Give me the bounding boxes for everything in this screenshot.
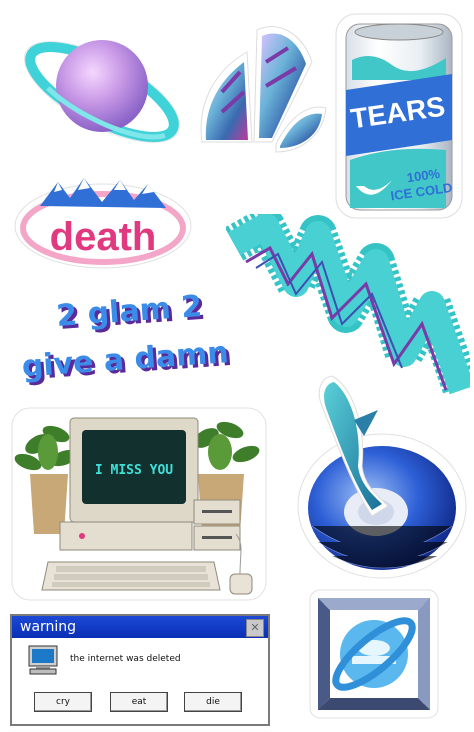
warning-message: the internet was deleted xyxy=(70,654,181,664)
planet-sticker xyxy=(10,14,190,164)
ie-logo-sticker xyxy=(306,586,442,722)
trefoil-icon xyxy=(200,26,327,153)
warning-body: the internet was deleted cry eat die xyxy=(12,638,268,724)
computer-sticker: I MISS YOU xyxy=(8,404,270,604)
planet-icon xyxy=(23,40,181,143)
eat-button[interactable]: eat xyxy=(110,692,168,712)
slogan-line2: give a damn xyxy=(21,335,230,384)
death-logo-sticker: death xyxy=(10,168,196,272)
computer-icon: I MISS YOU xyxy=(11,407,267,601)
close-icon[interactable]: ✕ xyxy=(246,619,264,637)
computer-screen-text: I MISS YOU xyxy=(95,463,173,478)
death-logo: death xyxy=(14,178,192,269)
cry-button[interactable]: cry xyxy=(34,692,92,712)
warning-title: warning xyxy=(20,619,77,635)
slogan-sticker: 2 glam 2 2 glam 2 2 glam 2 give a damn g… xyxy=(14,280,274,390)
ie-logo-icon xyxy=(309,589,439,719)
death-logo-word: death xyxy=(50,215,157,259)
dolphin-sticker xyxy=(292,366,468,582)
can-icon: TEARS 100% ICE COLD xyxy=(335,13,463,219)
computer-icon xyxy=(28,645,58,675)
dolphin-icon xyxy=(297,375,467,579)
tears-can-sticker: TEARS 100% ICE COLD xyxy=(332,10,466,222)
warning-titlebar: warning ✕ xyxy=(12,616,268,638)
slogan-text-art: 2 glam 2 2 glam 2 2 glam 2 give a damn g… xyxy=(16,284,235,390)
die-button[interactable]: die xyxy=(184,692,242,712)
warning-window: warning ✕ the internet was deleted cry e… xyxy=(10,614,270,726)
trefoil-sticker xyxy=(192,12,332,172)
